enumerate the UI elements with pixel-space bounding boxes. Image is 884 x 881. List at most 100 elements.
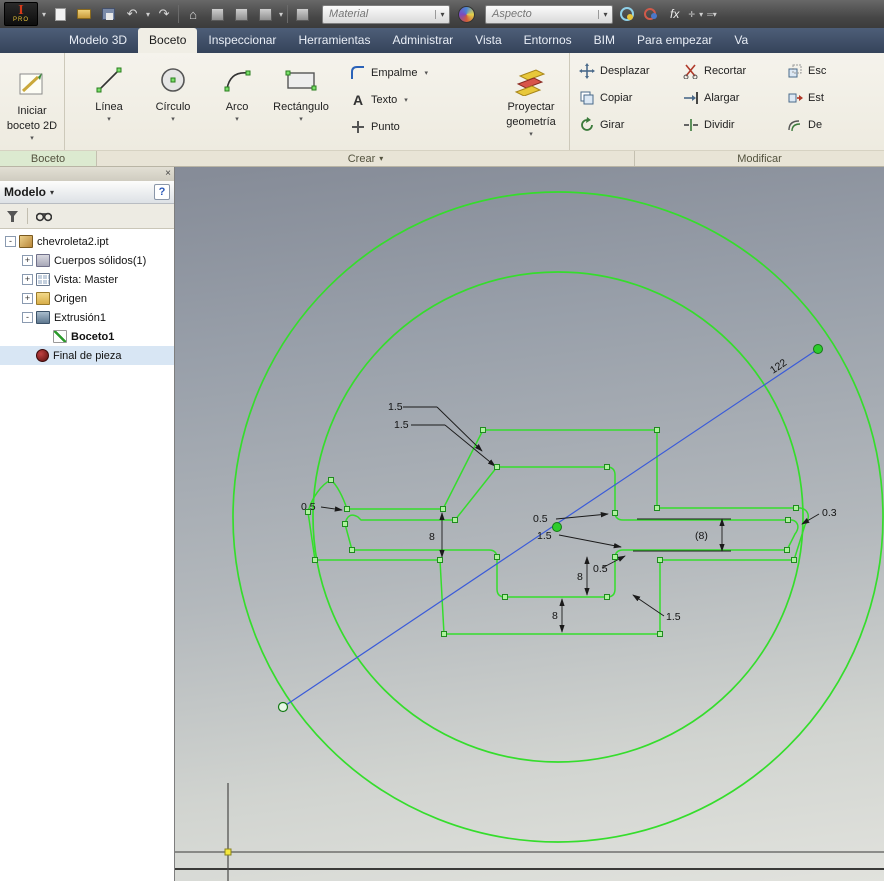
tree-item-origen[interactable]: + Origen bbox=[0, 289, 174, 308]
vertex-marker[interactable] bbox=[494, 464, 500, 470]
tab-vista[interactable]: Vista bbox=[464, 28, 512, 53]
adjust-button[interactable] bbox=[617, 4, 637, 24]
tool-escala[interactable]: Esc bbox=[784, 61, 884, 81]
chevron-down-icon[interactable]: ▾ bbox=[42, 10, 46, 19]
tool-girar[interactable]: Girar bbox=[576, 115, 680, 135]
new-file-button[interactable] bbox=[50, 4, 70, 24]
close-icon[interactable]: × bbox=[165, 169, 171, 179]
vertex-marker[interactable] bbox=[502, 594, 508, 600]
tool-desplazar[interactable]: Desplazar bbox=[576, 61, 680, 81]
tool-circulo[interactable]: Círculo ▾ bbox=[141, 57, 205, 124]
vertex-marker[interactable] bbox=[494, 554, 500, 560]
tree-item-extrusi-n1[interactable]: - Extrusión1 bbox=[0, 308, 174, 327]
tree-item-boceto1[interactable]: Boceto1 bbox=[0, 327, 174, 346]
vertex-marker[interactable] bbox=[793, 505, 799, 511]
tool-recortar[interactable]: Recortar bbox=[680, 61, 784, 81]
tree-item-cuerpos-s-lidos-1-[interactable]: + Cuerpos sólidos(1) bbox=[0, 251, 174, 270]
inventor-logo[interactable]: I PRO bbox=[4, 2, 38, 26]
vertex-marker[interactable] bbox=[604, 464, 610, 470]
tree-item-vista-master[interactable]: + Vista: Master bbox=[0, 270, 174, 289]
tool-arco[interactable]: Arco ▾ bbox=[205, 57, 269, 124]
vertex-marker[interactable] bbox=[344, 506, 350, 512]
vertex-marker[interactable] bbox=[612, 510, 618, 516]
chevron-down-icon[interactable]: ▾ bbox=[50, 188, 154, 197]
vertex-marker[interactable] bbox=[654, 427, 660, 433]
vertex-marker[interactable] bbox=[441, 631, 447, 637]
tree-item-chevroleta2-ipt[interactable]: - chevroleta2.ipt bbox=[0, 232, 174, 251]
vertex-marker[interactable] bbox=[342, 521, 348, 527]
chevron-down-icon[interactable]: ▾ bbox=[699, 10, 703, 19]
inner-circle[interactable] bbox=[312, 271, 804, 763]
tab-modelo-3d[interactable]: Modelo 3D bbox=[58, 28, 138, 53]
dimension-endpoint[interactable] bbox=[813, 344, 823, 354]
chevron-down-icon[interactable]: ✛ bbox=[688, 10, 695, 19]
tool-punto[interactable]: Punto bbox=[347, 117, 479, 137]
appearance-combobox[interactable]: Aspecto ▾ bbox=[485, 4, 614, 24]
tab-boceto[interactable]: Boceto bbox=[138, 28, 198, 53]
vertex-marker[interactable] bbox=[480, 427, 486, 433]
tab-para-empezar[interactable]: Para empezar bbox=[626, 28, 723, 53]
vertex-marker[interactable] bbox=[437, 557, 443, 563]
collapse-icon[interactable]: - bbox=[22, 312, 33, 323]
dimension-8[interactable]: 8 bbox=[552, 598, 565, 633]
search-binoculars-icon[interactable] bbox=[36, 210, 52, 222]
vertex-marker[interactable] bbox=[305, 509, 311, 515]
bowtie-inner-contour[interactable] bbox=[344, 466, 799, 598]
tab-herramientas[interactable]: Herramientas bbox=[287, 28, 381, 53]
undo-button[interactable]: ↶ bbox=[122, 4, 142, 24]
dimension-0.3[interactable]: 0.3 bbox=[801, 507, 837, 525]
vertex-marker[interactable] bbox=[654, 505, 660, 511]
selection-filter-button[interactable] bbox=[255, 4, 275, 24]
parameters-fx-button[interactable]: fx bbox=[665, 7, 684, 21]
toolbar-overflow-icon[interactable]: ═▾ bbox=[707, 10, 717, 19]
origin-point[interactable] bbox=[224, 848, 232, 856]
vertex-marker[interactable] bbox=[612, 554, 618, 560]
tool-proyectar-geometria[interactable]: Proyectar geometría ▾ bbox=[493, 57, 569, 139]
chevron-down-icon[interactable]: ▾ bbox=[279, 10, 283, 19]
measure-button[interactable] bbox=[231, 4, 251, 24]
tool-linea[interactable]: Línea ▾ bbox=[77, 57, 141, 124]
sketch-center-point[interactable] bbox=[552, 522, 562, 532]
vertex-marker[interactable] bbox=[349, 547, 355, 553]
expand-icon[interactable]: + bbox=[22, 274, 33, 285]
tab-inspeccionar[interactable]: Inspeccionar bbox=[197, 28, 287, 53]
save-button[interactable] bbox=[98, 4, 118, 24]
footer-modificar[interactable]: Modificar bbox=[635, 151, 884, 166]
dimension-1.5[interactable]: 1.5 bbox=[632, 594, 681, 623]
tool-rectangulo[interactable]: Rectángulo ▾ bbox=[269, 57, 333, 124]
settings-button[interactable] bbox=[292, 4, 312, 24]
vertex-marker[interactable] bbox=[440, 506, 446, 512]
vertex-marker[interactable] bbox=[328, 477, 334, 483]
tool-desfase[interactable]: De bbox=[784, 115, 884, 135]
open-file-button[interactable] bbox=[74, 4, 94, 24]
tool-alargar[interactable]: Alargar bbox=[680, 88, 784, 108]
collapse-icon[interactable]: - bbox=[5, 236, 16, 247]
vertex-marker[interactable] bbox=[657, 631, 663, 637]
appearance-sphere-icon[interactable] bbox=[458, 5, 476, 23]
help-button[interactable]: ? bbox=[154, 184, 170, 200]
filter-funnel-icon[interactable] bbox=[6, 210, 19, 223]
dimension-endpoint[interactable] bbox=[277, 701, 289, 713]
vertex-marker[interactable] bbox=[785, 517, 791, 523]
footer-boceto[interactable]: Boceto bbox=[0, 151, 97, 166]
footer-crear[interactable]: Crear ▾ bbox=[97, 151, 635, 166]
vertex-marker[interactable] bbox=[657, 557, 663, 563]
dimension-122[interactable]: 122 bbox=[768, 357, 789, 377]
update-button[interactable] bbox=[641, 4, 661, 24]
dimension-8[interactable]: (8) bbox=[633, 518, 731, 552]
dimension-8[interactable]: 8 bbox=[577, 556, 590, 596]
iniciar-boceto-2d-button[interactable]: Iniciar boceto 2D ▾ bbox=[0, 61, 64, 143]
chevron-down-icon[interactable]: ▾ bbox=[146, 10, 150, 19]
viewport[interactable]: 1.5 1.5 0.5 8 0.5 1.5 (8) 0.3 0.5 8 1.5 8 122 bbox=[175, 167, 884, 881]
vertex-marker[interactable] bbox=[784, 547, 790, 553]
tool-dividir[interactable]: Dividir bbox=[680, 115, 784, 135]
render-button[interactable] bbox=[207, 4, 227, 24]
tab-bim[interactable]: BIM bbox=[583, 28, 626, 53]
vertex-marker[interactable] bbox=[452, 517, 458, 523]
home-view-button[interactable]: ⌂ bbox=[183, 4, 203, 24]
browser-titlebar[interactable]: × bbox=[0, 167, 174, 181]
tool-texto[interactable]: A Texto ▾ bbox=[347, 90, 479, 110]
diameter-dimension-line[interactable] bbox=[282, 348, 819, 708]
tool-copiar[interactable]: Copiar bbox=[576, 88, 680, 108]
vertex-marker[interactable] bbox=[604, 594, 610, 600]
